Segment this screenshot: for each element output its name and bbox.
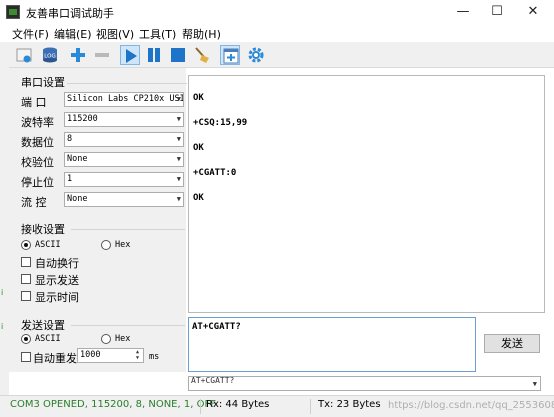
log-line: +CGATT:0	[193, 168, 237, 178]
log-line: +CSQ:15,99	[193, 118, 248, 128]
new-session-icon[interactable]	[14, 45, 34, 65]
receive-hex-radio[interactable]	[101, 240, 111, 250]
settings-icon[interactable]	[246, 45, 266, 65]
interval-stepper[interactable]: 1000 ▲ ▼	[77, 348, 144, 363]
baud-value: 115200	[67, 114, 98, 124]
edge-mark: i	[1, 288, 4, 297]
serial-settings-title: 串口设置	[21, 76, 65, 89]
baud-select[interactable]: 115200 ▼	[64, 112, 184, 127]
chevron-down-icon: ▼	[176, 195, 181, 203]
send-input-text: AT+CGATT?	[192, 322, 241, 332]
close-button[interactable]: ✕	[516, 0, 550, 24]
receive-hex-label: Hex	[115, 240, 131, 250]
send-input[interactable]: AT+CGATT?	[188, 317, 476, 372]
settings-panel: 串口设置 端 口 Silicon Labs CP210x USI ▼ 波特率 11…	[9, 68, 187, 372]
edge-mark: i	[1, 322, 4, 331]
left-edge: i i	[0, 60, 9, 395]
interval-unit: ms	[149, 352, 160, 362]
flow-select[interactable]: None ▼	[64, 192, 184, 207]
interval-value: 1000	[80, 350, 101, 360]
send-button[interactable]: 发送	[484, 334, 540, 353]
show-time-label: 显示时间	[35, 291, 79, 304]
divider	[67, 83, 187, 84]
receive-settings-title: 接收设置	[21, 223, 65, 236]
auto-newline-label: 自动换行	[35, 257, 79, 270]
run-icon[interactable]	[120, 45, 140, 65]
window-title: 友善串口调试助手	[26, 7, 114, 20]
parity-label: 校验位	[21, 156, 54, 169]
chevron-down-icon: ▼	[176, 155, 181, 163]
menu-bar: 文件(F) 编辑(E) 视图(V) 工具(T) 帮助(H)	[0, 24, 554, 42]
menu-file[interactable]: 文件(F)	[12, 26, 49, 42]
log-line: OK	[193, 193, 204, 203]
clear-icon[interactable]	[192, 45, 212, 65]
auto-resend-label: 自动重发	[33, 352, 77, 365]
port-status: COM3 OPENED, 115200, 8, NONE, 1, OFF	[10, 399, 216, 410]
log-line: OK	[193, 93, 204, 103]
show-time-checkbox[interactable]	[21, 291, 31, 301]
parity-value: None	[67, 154, 88, 164]
chevron-down-icon: ▼	[176, 95, 181, 103]
status-bar: COM3 OPENED, 115200, 8, NONE, 1, OFF Rx:…	[0, 395, 554, 417]
show-send-checkbox[interactable]	[21, 274, 31, 284]
chevron-down-icon: ▼	[176, 135, 181, 143]
toolbar: LOG	[0, 42, 554, 68]
divider	[200, 399, 201, 414]
spin-arrows-icon[interactable]: ▲ ▼	[133, 349, 142, 362]
auto-newline-checkbox[interactable]	[21, 257, 31, 267]
divider	[71, 325, 185, 326]
pause-icon[interactable]	[144, 45, 164, 65]
title-bar: 友善串口调试助手 — ☐ ✕	[0, 0, 554, 24]
menu-edit[interactable]: 编辑(E)	[54, 26, 92, 42]
databits-value: 8	[67, 134, 73, 144]
remove-icon[interactable]	[92, 45, 112, 65]
flow-label: 流 控	[21, 196, 47, 209]
databits-select[interactable]: 8 ▼	[64, 132, 184, 147]
port-value: Silicon Labs CP210x USI	[67, 94, 184, 104]
parity-select[interactable]: None ▼	[64, 152, 184, 167]
flow-value: None	[67, 194, 88, 204]
log-line: OK	[193, 143, 204, 153]
menu-help[interactable]: 帮助(H)	[182, 26, 221, 42]
minimize-button[interactable]: —	[446, 0, 480, 24]
log-icon[interactable]: LOG	[40, 45, 60, 65]
send-ascii-label: ASCII	[35, 334, 61, 344]
divider	[71, 229, 185, 230]
baud-label: 波特率	[21, 116, 54, 129]
send-hex-label: Hex	[115, 334, 131, 344]
databits-label: 数据位	[21, 136, 54, 149]
show-send-label: 显示发送	[35, 274, 79, 287]
stop-icon[interactable]	[168, 45, 188, 65]
add-icon[interactable]	[68, 45, 88, 65]
add-window-icon[interactable]	[220, 45, 240, 65]
stopbits-select[interactable]: 1 ▼	[64, 172, 184, 187]
watermark: https://blog.csdn.net/qq_25536087	[388, 400, 554, 411]
app-icon	[6, 5, 20, 19]
chevron-down-icon: ▼	[176, 175, 181, 183]
send-settings-title: 发送设置	[21, 319, 65, 332]
history-value: AT+CGATT?	[191, 376, 235, 385]
stopbits-value: 1	[67, 174, 73, 184]
chevron-down-icon: ▼	[532, 380, 537, 388]
divider	[310, 399, 311, 414]
tx-count: Tx: 23 Bytes	[318, 399, 381, 410]
auto-resend-checkbox[interactable]	[21, 352, 31, 362]
rx-count: Rx: 44 Bytes	[206, 399, 270, 410]
send-ascii-radio[interactable]	[21, 334, 31, 344]
send-hex-radio[interactable]	[101, 334, 111, 344]
menu-tools[interactable]: 工具(T)	[139, 26, 176, 42]
receive-ascii-label: ASCII	[35, 240, 61, 250]
stopbits-label: 停止位	[21, 176, 54, 189]
maximize-button[interactable]: ☐	[480, 0, 514, 24]
receive-ascii-radio[interactable]	[21, 240, 31, 250]
receive-output[interactable]: OK +CSQ:15,99 OK +CGATT:0 OK	[188, 75, 545, 313]
port-select[interactable]: Silicon Labs CP210x USI ▼	[64, 92, 184, 107]
port-label: 端 口	[21, 96, 47, 109]
menu-view[interactable]: 视图(V)	[96, 26, 134, 42]
log-label: LOG	[44, 54, 55, 60]
history-select[interactable]: AT+CGATT? ▼	[188, 376, 541, 391]
chevron-down-icon: ▼	[176, 115, 181, 123]
